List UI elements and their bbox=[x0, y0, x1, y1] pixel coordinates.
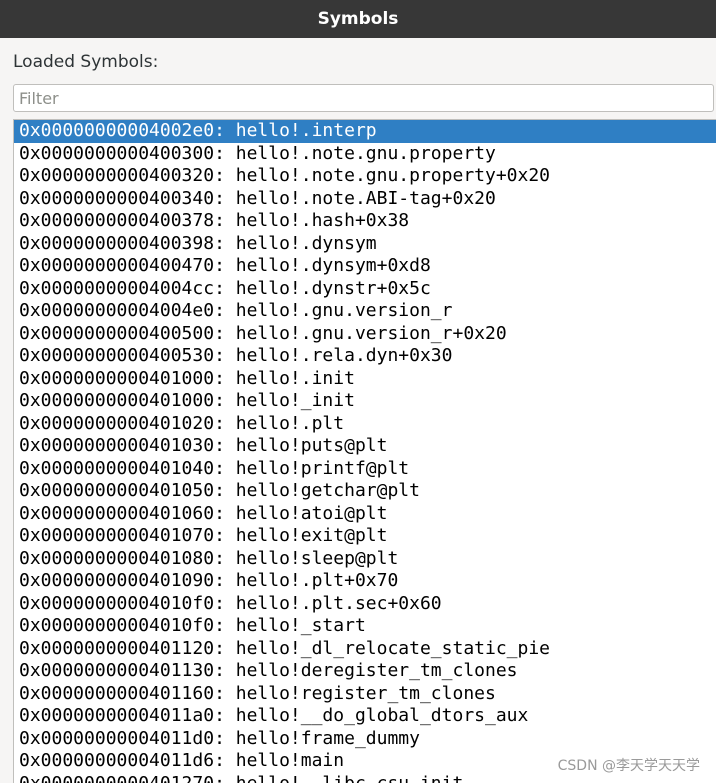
symbol-row[interactable]: 0x0000000000401050: hello!getchar@plt bbox=[14, 480, 716, 503]
symbol-row[interactable]: 0x0000000000401160: hello!register_tm_cl… bbox=[14, 683, 716, 706]
symbol-row[interactable]: 0x0000000000401000: hello!_init bbox=[14, 390, 716, 413]
symbol-row[interactable]: 0x0000000000400470: hello!.dynsym+0xd8 bbox=[14, 255, 716, 278]
symbol-row[interactable]: 0x0000000000400320: hello!.note.gnu.prop… bbox=[14, 165, 716, 188]
symbol-row[interactable]: 0x0000000000401030: hello!puts@plt bbox=[14, 435, 716, 458]
symbol-row[interactable]: 0x0000000000401020: hello!.plt bbox=[14, 413, 716, 436]
loaded-symbols-label: Loaded Symbols: bbox=[13, 52, 159, 72]
symbol-row[interactable]: 0x0000000000400398: hello!.dynsym bbox=[14, 233, 716, 256]
symbol-row[interactable]: 0x0000000000401080: hello!sleep@plt bbox=[14, 548, 716, 571]
symbol-row[interactable]: 0x0000000000401000: hello!.init bbox=[14, 368, 716, 391]
symbol-row[interactable]: 0x0000000000401040: hello!printf@plt bbox=[14, 458, 716, 481]
symbol-row[interactable]: 0x00000000004011d0: hello!frame_dummy bbox=[14, 728, 716, 751]
symbol-row[interactable]: 0x0000000000400300: hello!.note.gnu.prop… bbox=[14, 143, 716, 166]
symbol-row[interactable]: 0x00000000004002e0: hello!.interp bbox=[14, 120, 716, 143]
symbol-row[interactable]: 0x0000000000401130: hello!deregister_tm_… bbox=[14, 660, 716, 683]
window-title: Symbols bbox=[317, 9, 399, 29]
symbol-row[interactable]: 0x0000000000401090: hello!.plt+0x70 bbox=[14, 570, 716, 593]
symbol-row[interactable]: 0x0000000000401120: hello!_dl_relocate_s… bbox=[14, 638, 716, 661]
symbol-list[interactable]: 0x00000000004002e0: hello!.interp 0x00000… bbox=[13, 119, 716, 783]
filter-input[interactable] bbox=[13, 84, 714, 112]
symbol-row[interactable]: 0x0000000000400340: hello!.note.ABI-tag+… bbox=[14, 188, 716, 211]
symbol-row[interactable]: 0x00000000004010f0: hello!.plt.sec+0x60 bbox=[14, 593, 716, 616]
symbol-row[interactable]: 0x00000000004010f0: hello!_start bbox=[14, 615, 716, 638]
symbol-row[interactable]: 0x00000000004004cc: hello!.dynstr+0x5c bbox=[14, 278, 716, 301]
symbol-row[interactable]: 0x0000000000401070: hello!exit@plt bbox=[14, 525, 716, 548]
watermark: CSDN @李天学天天学 bbox=[555, 755, 702, 775]
symbol-row[interactable]: 0x00000000004011a0: hello!__do_global_dt… bbox=[14, 705, 716, 728]
symbol-row[interactable]: 0x0000000000401060: hello!atoi@plt bbox=[14, 503, 716, 526]
symbol-row[interactable]: 0x0000000000400500: hello!.gnu.version_r… bbox=[14, 323, 716, 346]
symbol-row[interactable]: 0x0000000000400378: hello!.hash+0x38 bbox=[14, 210, 716, 233]
symbol-row[interactable]: 0x0000000000400530: hello!.rela.dyn+0x30 bbox=[14, 345, 716, 368]
window-titlebar[interactable]: Symbols bbox=[0, 0, 716, 38]
symbol-row[interactable]: 0x00000000004004e0: hello!.gnu.version_r bbox=[14, 300, 716, 323]
